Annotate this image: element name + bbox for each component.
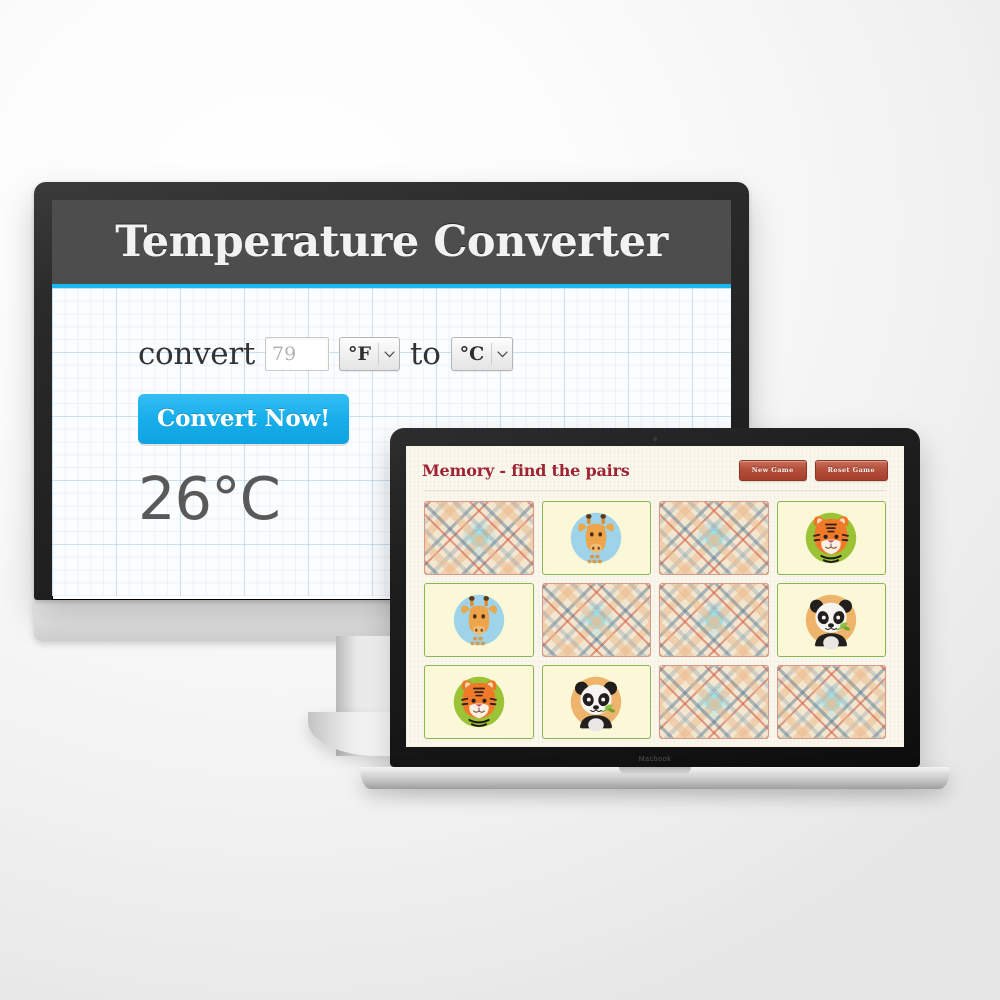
card-giraffe[interactable]	[541, 501, 651, 575]
card-tiger[interactable]	[424, 665, 534, 739]
memory-card-grid	[422, 501, 888, 739]
from-unit-select[interactable]: °F	[339, 337, 401, 371]
from-unit-value: °F	[348, 343, 372, 365]
plaid-card-back[interactable]	[776, 665, 886, 739]
memory-game: Memory - find the pairs New Game Reset G…	[406, 446, 904, 747]
plaid-card-back[interactable]	[659, 583, 769, 657]
plaid-card-back[interactable]	[659, 665, 769, 739]
reset-game-button[interactable]: Reset Game	[814, 460, 888, 481]
divider	[424, 490, 886, 491]
laptop-notch	[619, 767, 691, 774]
card-panda[interactable]	[541, 665, 651, 739]
to-unit-value: °C	[459, 343, 485, 365]
to-label: to	[410, 336, 441, 372]
chevron-down-icon	[379, 350, 399, 358]
to-unit-select[interactable]: °C	[450, 337, 514, 371]
webcam-icon	[653, 437, 657, 441]
plaid-card-back[interactable]	[541, 583, 651, 657]
laptop-lid: Memory - find the pairs New Game Reset G…	[390, 428, 920, 767]
laptop-screen: Memory - find the pairs New Game Reset G…	[406, 446, 904, 747]
convert-now-button[interactable]: Convert Now!	[138, 394, 349, 444]
plaid-card-back[interactable]	[659, 501, 769, 575]
laptop-base	[360, 767, 950, 789]
converter-header: Temperature Converter	[52, 200, 731, 288]
converter-form: convert 79 °F to °C	[138, 336, 731, 372]
new-game-button[interactable]: New Game	[738, 460, 807, 481]
convert-label: convert	[138, 336, 256, 372]
amount-input[interactable]: 79	[265, 337, 330, 371]
plaid-card-back[interactable]	[424, 501, 534, 575]
card-panda[interactable]	[776, 583, 886, 657]
card-giraffe[interactable]	[424, 583, 534, 657]
page-title: Temperature Converter	[115, 217, 668, 267]
game-controls: New Game Reset Game	[738, 460, 888, 481]
card-tiger[interactable]	[776, 501, 886, 575]
game-title: Memory - find the pairs	[422, 461, 630, 480]
memory-game-header: Memory - find the pairs New Game Reset G…	[422, 460, 888, 481]
laptop-brand-label: Macbook	[638, 756, 672, 763]
laptop-macbook: Memory - find the pairs New Game Reset G…	[360, 428, 950, 789]
chevron-down-icon	[492, 350, 512, 358]
